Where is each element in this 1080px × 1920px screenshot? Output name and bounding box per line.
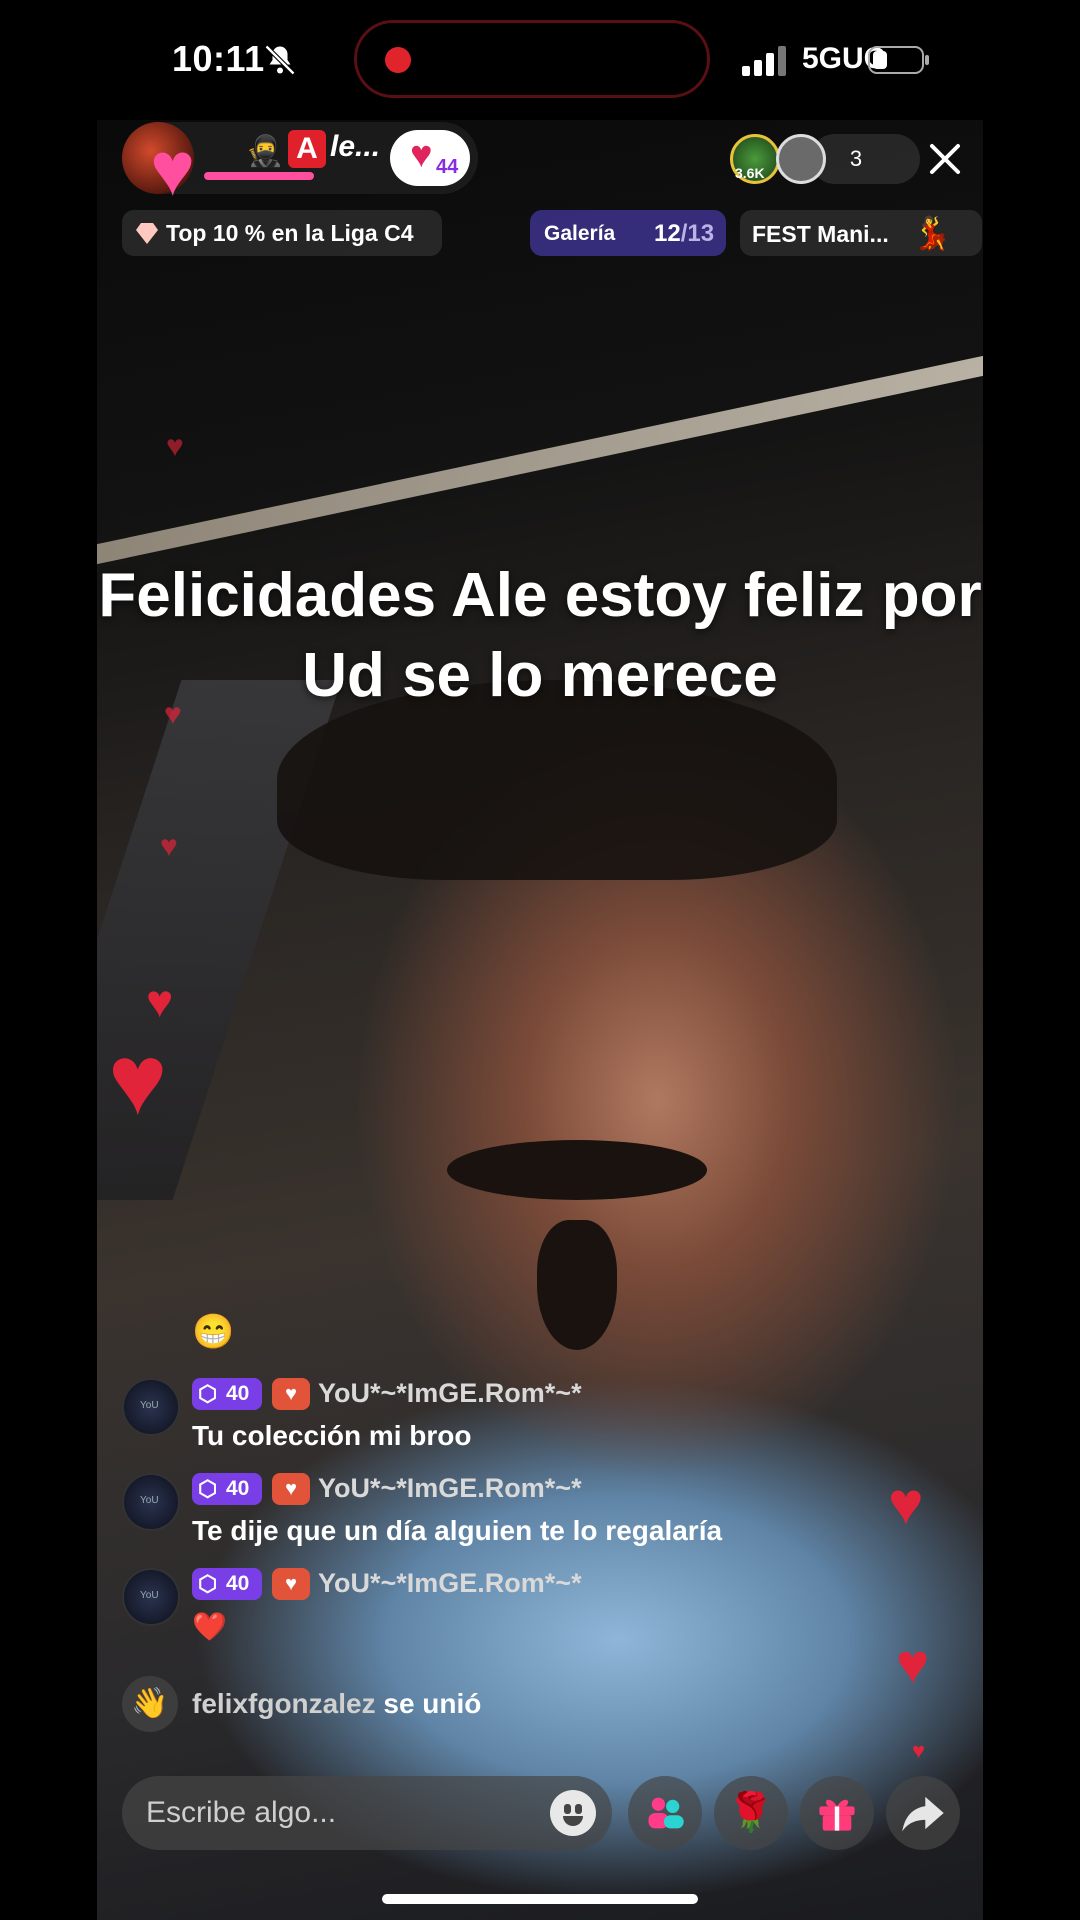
- share-button[interactable]: [886, 1776, 960, 1850]
- heart-progress-bar: [204, 172, 314, 180]
- ninja-icon: 🥷: [246, 135, 284, 168]
- comment-input[interactable]: Escribe algo...: [122, 1776, 612, 1850]
- emoji-icon[interactable]: [550, 1790, 596, 1836]
- clock-time: 10:11: [172, 38, 265, 79]
- floating-heart-icon: ♥: [888, 1470, 924, 1537]
- comment-username[interactable]: YoU*~*ImGE.Rom*~*: [318, 1568, 582, 1599]
- gallery-badge[interactable]: Galería 12/13: [530, 210, 726, 256]
- cellular-signal-icon: [742, 46, 786, 76]
- level-badge: ⬡ 40: [192, 1568, 262, 1600]
- join-text: felixfgonzalez se unió: [192, 1688, 481, 1720]
- streamer-goatee: [537, 1220, 617, 1350]
- heart-icon: ♥: [150, 127, 196, 212]
- likes-count: 44: [436, 156, 459, 178]
- car-roof-edge: [97, 355, 983, 565]
- fest-banner[interactable]: FEST Mani... 💃: [740, 210, 982, 256]
- floating-heart-icon: ♥: [166, 430, 184, 463]
- level-icon: ⬡: [198, 1571, 218, 1596]
- commenter-avatar[interactable]: YoU: [122, 1473, 180, 1531]
- multi-guest-button[interactable]: [628, 1776, 702, 1850]
- floating-heart-icon: ♥: [146, 975, 174, 1027]
- rose-gift-button[interactable]: 🌹: [714, 1776, 788, 1850]
- dynamic-island: [354, 20, 710, 98]
- level-icon: ⬡: [198, 1381, 218, 1406]
- heart-badge-icon: ♥: [410, 134, 433, 176]
- join-username[interactable]: felixfgonzalez: [192, 1688, 376, 1719]
- level-badge: ⬡ 40: [192, 1378, 262, 1410]
- status-bar: 10:11 5GUC: [0, 0, 1080, 120]
- host-name: le...: [330, 130, 381, 163]
- gift-button[interactable]: [800, 1776, 874, 1850]
- fest-label: FEST Mani...: [752, 221, 889, 247]
- host-info-bar[interactable]: 🥷 A le... ♥ ♥ 44: [122, 122, 478, 208]
- viewer-count: 3: [849, 146, 863, 171]
- wave-hand-icon: 👋: [122, 1676, 178, 1732]
- likes-badge[interactable]: ♥ 44: [390, 130, 470, 186]
- close-icon[interactable]: [920, 134, 970, 184]
- multi-guest-icon: [648, 1797, 684, 1829]
- letter-a-icon: A: [288, 130, 326, 168]
- recording-dot-icon: [385, 47, 411, 73]
- fest-icon: 💃: [912, 215, 952, 251]
- gallery-total: /13: [680, 220, 715, 247]
- comment-message: Te dije que un día alguien te lo regalar…: [192, 1515, 723, 1546]
- comment-username[interactable]: YoU*~*ImGE.Rom*~*: [318, 1378, 582, 1409]
- level-number: 40: [226, 1477, 250, 1500]
- comment-message: ❤️: [192, 1611, 227, 1642]
- comment-username[interactable]: YoU*~*ImGE.Rom*~*: [318, 1473, 582, 1504]
- league-label: Top 10 % en la Liga C4: [166, 220, 414, 246]
- join-action: se unió: [375, 1688, 482, 1719]
- gift-icon: [819, 1799, 855, 1831]
- gallery-current: 12: [654, 220, 681, 247]
- league-badge[interactable]: Top 10 % en la Liga C4: [122, 210, 442, 256]
- level-number: 40: [226, 1572, 250, 1595]
- level-icon: ⬡: [198, 1476, 218, 1501]
- bell-slash-icon: [264, 44, 296, 76]
- diamond-icon: [136, 223, 158, 244]
- live-video-feed[interactable]: [97, 120, 983, 1920]
- share-arrow-icon: [902, 1796, 944, 1832]
- commenter-avatar[interactable]: YoU: [122, 1378, 180, 1436]
- floating-heart-icon: ♥: [164, 698, 182, 731]
- fan-heart-icon: ♥: [272, 1473, 310, 1505]
- rose-icon: 🌹: [727, 1792, 775, 1834]
- streamer-mustache: [447, 1140, 707, 1200]
- comment-placeholder: Escribe algo...: [146, 1796, 337, 1829]
- top-viewer-avatar[interactable]: 3.6K: [730, 134, 780, 184]
- home-indicator[interactable]: [382, 1894, 698, 1904]
- fan-heart-icon: ♥: [272, 1378, 310, 1410]
- level-number: 40: [226, 1382, 250, 1405]
- fan-heart-icon: ♥: [272, 1568, 310, 1600]
- chat-emoji-line: 😁: [192, 1313, 235, 1351]
- seat-icon[interactable]: [776, 134, 826, 184]
- comment-message: Tu colección mi broo: [192, 1420, 472, 1451]
- level-badge: ⬡ 40: [192, 1473, 262, 1505]
- floating-heart-icon: ♥: [108, 1024, 168, 1136]
- commenter-avatar-label: YoU: [140, 1590, 159, 1601]
- commenter-avatar-label: YoU: [140, 1400, 159, 1411]
- floating-heart-icon: ♥: [896, 1632, 930, 1695]
- stream-caption: Felicidades Ale estoy feliz por Ud se lo…: [98, 561, 982, 710]
- commenter-avatar[interactable]: YoU: [122, 1568, 180, 1626]
- gallery-label: Galería: [544, 222, 616, 245]
- top-viewer-badge: 3.6K: [735, 165, 765, 181]
- commenter-avatar-label: YoU: [140, 1495, 159, 1506]
- gallery-progress: 12/13: [654, 220, 714, 248]
- floating-heart-icon: ♥: [160, 830, 178, 863]
- battery-icon: [868, 46, 929, 74]
- floating-heart-icon: ♥: [912, 1738, 926, 1763]
